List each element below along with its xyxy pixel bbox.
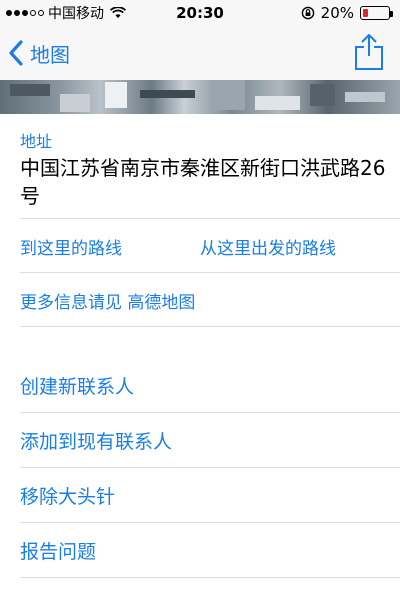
directions-from-here-link[interactable]: 从这里出发的路线 bbox=[200, 234, 336, 259]
report-problem-button[interactable]: 报告问题 bbox=[20, 537, 96, 564]
more-info-link[interactable]: 更多信息请见 高德地图 bbox=[20, 288, 195, 313]
address-heading: 地址 bbox=[20, 132, 53, 151]
divider bbox=[20, 326, 400, 327]
place-details-sheet: 地址 中国江苏省南京市秦淮区新街口洪武路26号 到这里的路线 从这里出发的路线 … bbox=[0, 114, 400, 600]
chevron-left-icon bbox=[9, 40, 23, 66]
share-icon[interactable] bbox=[352, 32, 386, 72]
address-value: 中国江苏省南京市秦淮区新街口洪武路26号 bbox=[20, 156, 386, 208]
battery-level-fill bbox=[363, 9, 368, 17]
battery-icon bbox=[360, 6, 393, 20]
back-button[interactable]: 地图 bbox=[8, 38, 70, 68]
create-contact-button[interactable]: 创建新联系人 bbox=[20, 372, 134, 399]
divider bbox=[20, 272, 400, 273]
remove-pin-button[interactable]: 移除大头针 bbox=[20, 482, 115, 509]
divider bbox=[20, 467, 400, 468]
add-to-contact-button[interactable]: 添加到现有联系人 bbox=[20, 427, 172, 454]
battery-percent: 20% bbox=[320, 4, 354, 22]
route-row: 到这里的路线 从这里出发的路线 bbox=[0, 234, 400, 274]
divider bbox=[20, 577, 400, 578]
rotation-lock-icon bbox=[301, 6, 314, 20]
back-button-label: 地图 bbox=[30, 42, 70, 67]
divider bbox=[20, 522, 400, 523]
map-satellite-image[interactable] bbox=[0, 80, 400, 114]
divider bbox=[20, 218, 400, 219]
navigation-bar: 地图 bbox=[0, 26, 400, 80]
divider bbox=[20, 412, 400, 413]
directions-to-here-link[interactable]: 到这里的路线 bbox=[20, 234, 122, 259]
status-right: 20% bbox=[301, 4, 393, 22]
status-bar: 中国移动 20:30 20% bbox=[0, 0, 400, 26]
